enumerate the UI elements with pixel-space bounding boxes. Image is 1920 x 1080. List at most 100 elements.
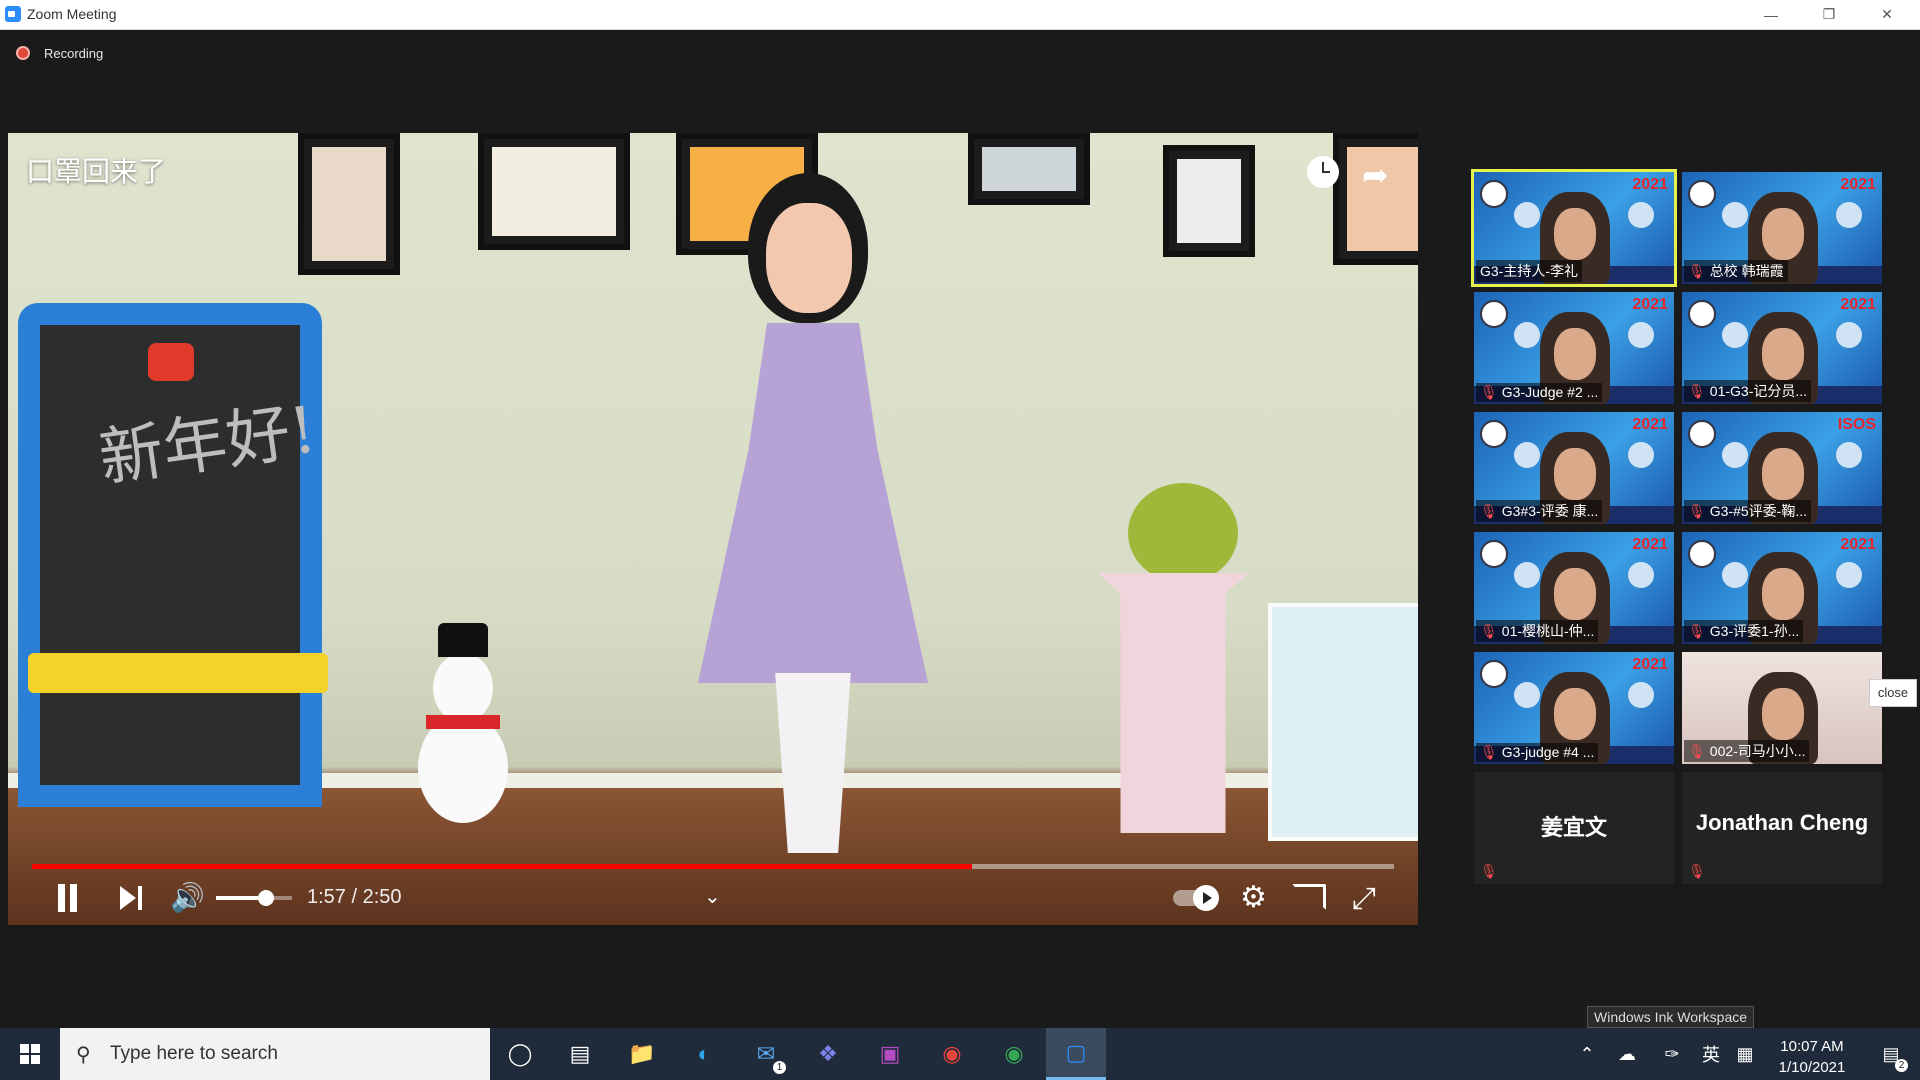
- share-arrow-icon[interactable]: ➦: [1362, 156, 1389, 194]
- video-progress-fill: [32, 864, 972, 869]
- gear-icon[interactable]: ⚙: [1240, 880, 1267, 915]
- school-logo-icon: [1480, 660, 1508, 688]
- windows-logo-icon: [20, 1044, 40, 1064]
- participant-tile[interactable]: 2021 🎙 总校 韩瑞霞: [1682, 172, 1882, 284]
- search-placeholder: Type here to search: [110, 1043, 278, 1064]
- microphone-icon: [1514, 442, 1540, 468]
- participant-tile[interactable]: Jonathan Cheng 🎙: [1682, 772, 1882, 884]
- girl-dress: [698, 323, 928, 683]
- microphone-icon: [1628, 562, 1654, 588]
- pen-ink-icon[interactable]: ✑: [1652, 1028, 1692, 1080]
- participant-tile[interactable]: 2021 G3-主持人-李礼: [1471, 169, 1677, 287]
- participant-tile[interactable]: ISOS 🎙 G3-#5评委-鞠...: [1682, 412, 1882, 524]
- plant-stand: [1098, 573, 1248, 833]
- search-icon: ⚲: [76, 1044, 91, 1066]
- windows-taskbar: ⚲ Type here to search ◯ ▤ 📁 ◐ ✉ 1 ❖ ▣ ◉ ◉…: [0, 1028, 1920, 1080]
- next-icon[interactable]: [120, 886, 144, 910]
- microphone-icon: [1722, 202, 1748, 228]
- recording-label[interactable]: Recording: [44, 46, 103, 61]
- participant-name: 总校 韩瑞霞: [1709, 263, 1784, 279]
- microphone-icon: [1514, 322, 1540, 348]
- close-tooltip[interactable]: close: [1869, 679, 1917, 707]
- show-hidden-icons-icon[interactable]: ⌃: [1570, 1028, 1604, 1080]
- participant-name-label: 🎙 01-G3-记分员...: [1684, 380, 1812, 402]
- microphone-icon: [1836, 442, 1862, 468]
- autoplay-play-icon[interactable]: [1193, 885, 1219, 911]
- chevron-down-icon[interactable]: ⌄: [704, 884, 721, 909]
- muted-mic-icon: 🎙: [1688, 863, 1706, 879]
- shared-video[interactable]: 新年好!: [8, 133, 1418, 925]
- volume-icon[interactable]: 🔊: [170, 884, 205, 912]
- pause-icon[interactable]: [56, 884, 80, 912]
- participant-tile[interactable]: 2021 🎙 01-樱桃山-仲...: [1474, 532, 1674, 644]
- taskbar-clock[interactable]: 10:07 AM 1/10/2021: [1760, 1036, 1864, 1078]
- volume-knob[interactable]: [258, 890, 274, 906]
- tile-year: 2021: [1840, 536, 1876, 553]
- minimize-button[interactable]: —: [1742, 0, 1800, 29]
- cast-icon[interactable]: [1292, 884, 1326, 910]
- snowman-figure: [418, 623, 508, 823]
- start-button[interactable]: [0, 1028, 60, 1080]
- task-view-icon[interactable]: ▤: [550, 1028, 610, 1080]
- muted-mic-icon: 🎙: [1480, 503, 1498, 519]
- participant-face: [1762, 448, 1804, 500]
- mail-icon[interactable]: ✉ 1: [736, 1028, 796, 1080]
- participant-tile[interactable]: 2021 🎙 G3-judge #4 ...: [1474, 652, 1674, 764]
- school-logo-icon: [1688, 300, 1716, 328]
- participant-name-label: 🎙 总校 韩瑞霞: [1684, 260, 1788, 282]
- participant-name-label: 🎙 G3-judge #4 ...: [1476, 743, 1599, 762]
- ime-mode-icon[interactable]: ▦: [1730, 1028, 1760, 1080]
- restore-button[interactable]: ❐: [1800, 0, 1858, 29]
- microphone-icon: [1836, 322, 1862, 348]
- edge-icon[interactable]: ◐: [674, 1028, 734, 1080]
- participant-tile[interactable]: 2021 🎙 G3-评委1-孙...: [1682, 532, 1882, 644]
- ime-language[interactable]: 英: [1694, 1028, 1728, 1080]
- onedrive-cloud-icon[interactable]: ☁: [1610, 1028, 1644, 1080]
- teams-icon[interactable]: ❖: [798, 1028, 858, 1080]
- participant-tile[interactable]: 2021 🎙 G3-Judge #2 ...: [1474, 292, 1674, 404]
- watch-later-icon[interactable]: [1307, 156, 1339, 188]
- school-logo-icon: [1480, 420, 1508, 448]
- muted-mic-icon: 🎙: [1688, 503, 1706, 519]
- ink-workspace-tooltip: Windows Ink Workspace: [1587, 1006, 1755, 1028]
- participant-name-label: 🎙 002-司马小小...: [1684, 740, 1810, 762]
- participant-tile[interactable]: 2021 🎙 G3#3-评委 康...: [1474, 412, 1674, 524]
- school-logo-icon: [1688, 420, 1716, 448]
- participant-tile[interactable]: 姜宜文 🎙: [1474, 772, 1674, 884]
- participant-face: [1762, 328, 1804, 380]
- file-explorer-icon[interactable]: 📁: [612, 1028, 672, 1080]
- notification-center-icon[interactable]: ▤ 2: [1866, 1028, 1916, 1080]
- participant-name: 01-樱桃山-仲...: [1501, 623, 1595, 639]
- participant-name: 01-G3-记分员...: [1709, 383, 1808, 399]
- canvas-painting: [1268, 603, 1418, 841]
- easel-clip: [148, 343, 194, 381]
- video-title[interactable]: 口罩回来了: [26, 150, 166, 190]
- volume-slider[interactable]: [216, 896, 292, 900]
- participant-tile[interactable]: 2021 🎙 01-G3-记分员...: [1682, 292, 1882, 404]
- onenote-icon[interactable]: ▣: [860, 1028, 920, 1080]
- muted-mic-icon: 🎙: [1480, 384, 1498, 400]
- exit-fullscreen-icon[interactable]: ⤢: [1352, 882, 1376, 916]
- zoom-taskbar-icon[interactable]: ▢: [1046, 1028, 1106, 1080]
- chrome-icon[interactable]: ◉: [922, 1028, 982, 1080]
- participant-face: [1554, 448, 1596, 500]
- chrome-profile-icon[interactable]: ◉: [984, 1028, 1044, 1080]
- tile-year: 2021: [1840, 296, 1876, 313]
- participant-name: G3-主持人-李礼: [1480, 263, 1578, 279]
- video-progress-bar[interactable]: [32, 864, 1394, 869]
- participant-name-label: 🎙 G3-#5评委-鞠...: [1684, 500, 1812, 522]
- school-logo-icon: [1480, 180, 1508, 208]
- video-time: 1:57 / 2:50: [307, 886, 402, 908]
- taskbar-search-box[interactable]: ⚲ Type here to search: [60, 1028, 490, 1080]
- participant-tile[interactable]: 🎙 002-司马小小...: [1682, 652, 1882, 764]
- participant-name: G3-#5评委-鞠...: [1709, 503, 1808, 519]
- cortana-icon[interactable]: ◯: [490, 1028, 550, 1080]
- participant-name: Jonathan Cheng: [1695, 810, 1869, 835]
- close-window-button[interactable]: ✕: [1858, 0, 1916, 29]
- participant-face: [1762, 688, 1804, 740]
- zoom-app-icon: [5, 6, 21, 22]
- wall-picture: [968, 133, 1090, 205]
- microphone-icon: [1628, 682, 1654, 708]
- girl-face: [766, 203, 852, 313]
- school-logo-icon: [1480, 540, 1508, 568]
